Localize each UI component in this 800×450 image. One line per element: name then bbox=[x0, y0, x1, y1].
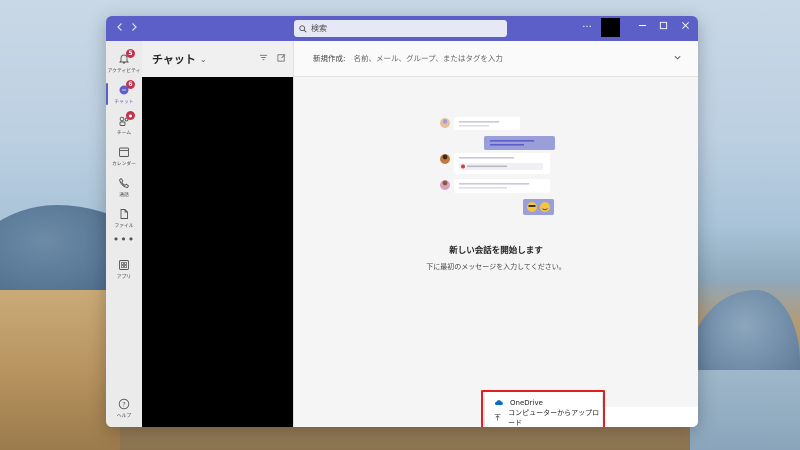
close-icon bbox=[681, 22, 689, 29]
file-icon bbox=[120, 208, 128, 219]
chat-list-redacted bbox=[142, 77, 293, 427]
attach-menu-upload-label: コンピューターからアップロード bbox=[508, 408, 600, 427]
empty-chat-illustration bbox=[440, 117, 555, 215]
titlebar: 検索 ··· bbox=[106, 16, 698, 41]
desktop-field-left bbox=[0, 290, 120, 450]
desktop-water-right bbox=[690, 370, 800, 450]
rail-label-help: ヘルプ bbox=[116, 413, 132, 419]
rail-item-calendar[interactable]: カレンダー bbox=[106, 140, 142, 171]
apps-icon bbox=[119, 259, 129, 270]
chat-list-header: チャット ⌄ bbox=[142, 41, 293, 77]
app-rail: 5 アクティビティ 6 チャット ● チーム カレンダー 通話 ファイル •••… bbox=[106, 41, 142, 427]
rail-label-calendar: カレンダー bbox=[112, 161, 136, 167]
rail-item-files[interactable]: ファイル bbox=[106, 202, 142, 233]
chat-pane-title: チャット bbox=[152, 53, 196, 66]
teams-window: 検索 ··· 5 アクティビティ 6 チャット ● チーム カレンダー 通話 フ… bbox=[106, 16, 698, 427]
chat-list-pane: チャット ⌄ bbox=[142, 41, 293, 427]
rail-item-teams[interactable]: ● チーム bbox=[106, 109, 142, 140]
filter-icon[interactable] bbox=[259, 53, 268, 62]
help-icon: ? bbox=[118, 398, 130, 409]
rail-label-calls: 通話 bbox=[119, 192, 129, 198]
activity-badge: 5 bbox=[126, 49, 135, 58]
desktop-hill-right bbox=[690, 290, 800, 380]
ellipsis-icon: ••• bbox=[112, 233, 136, 246]
conversation-area: 新規作成: 名前、メール、グループ、またはタグを入力 新しい会話を開始します 下… bbox=[293, 41, 698, 427]
rail-item-activity[interactable]: 5 アクティビティ bbox=[106, 47, 142, 78]
cloud-icon bbox=[495, 400, 503, 406]
rail-label-apps: アプリ bbox=[116, 274, 132, 280]
new-chat-icon[interactable] bbox=[277, 53, 286, 62]
new-chat-to-field[interactable]: 新規作成: 名前、メール、グループ、またはタグを入力 bbox=[294, 41, 698, 77]
rail-label-teams: チーム bbox=[116, 130, 132, 136]
search-icon bbox=[299, 24, 307, 33]
more-apps-button[interactable]: ••• bbox=[113, 233, 135, 253]
phone-icon bbox=[118, 177, 130, 188]
rail-item-help[interactable]: ? ヘルプ bbox=[106, 392, 142, 423]
chevron-right-icon bbox=[132, 23, 137, 31]
attach-menu-onedrive-label: OneDrive bbox=[510, 398, 543, 407]
maximize-icon bbox=[659, 21, 667, 30]
avatar[interactable] bbox=[601, 18, 620, 37]
search-input[interactable]: 検索 bbox=[294, 20, 507, 37]
new-chat-label: 新規作成: bbox=[313, 54, 346, 63]
chat-badge: 6 bbox=[126, 80, 135, 89]
rail-label-files: ファイル bbox=[114, 223, 134, 229]
search-placeholder: 検索 bbox=[311, 24, 327, 33]
rail-item-apps[interactable]: アプリ bbox=[106, 253, 142, 284]
rail-label-activity: アクティビティ bbox=[107, 68, 141, 74]
expand-chevron-icon[interactable] bbox=[673, 53, 682, 65]
attach-menu: OneDrive コンピューターからアップロード bbox=[485, 392, 602, 427]
rail-item-chat[interactable]: 6 チャット bbox=[106, 78, 142, 109]
calendar-icon bbox=[119, 147, 129, 157]
empty-state-title: 新しい会話を開始します bbox=[449, 246, 543, 256]
close-button[interactable] bbox=[676, 19, 694, 37]
chevron-down-icon bbox=[674, 55, 681, 60]
minimize-icon bbox=[638, 25, 646, 26]
new-chat-placeholder: 名前、メール、グループ、またはタグを入力 bbox=[353, 54, 503, 63]
ellipsis-icon: ··· bbox=[582, 22, 592, 33]
rail-item-calls[interactable]: 通話 bbox=[106, 171, 142, 202]
forward-button[interactable] bbox=[126, 20, 142, 36]
chevron-left-icon bbox=[117, 23, 122, 31]
rail-label-chat: チャット bbox=[114, 99, 134, 105]
upload-arrow-icon bbox=[494, 413, 501, 421]
chevron-down-icon[interactable]: ⌄ bbox=[200, 55, 207, 64]
svg-text:?: ? bbox=[122, 400, 125, 408]
more-options-button[interactable]: ··· bbox=[578, 19, 596, 37]
maximize-button[interactable] bbox=[654, 19, 672, 37]
empty-state-subtitle: 下に最初のメッセージを入力してください。 bbox=[426, 263, 566, 271]
attach-menu-upload-computer[interactable]: コンピューターからアップロード bbox=[485, 408, 602, 427]
teams-badge: ● bbox=[126, 111, 135, 120]
minimize-button[interactable] bbox=[633, 19, 651, 37]
